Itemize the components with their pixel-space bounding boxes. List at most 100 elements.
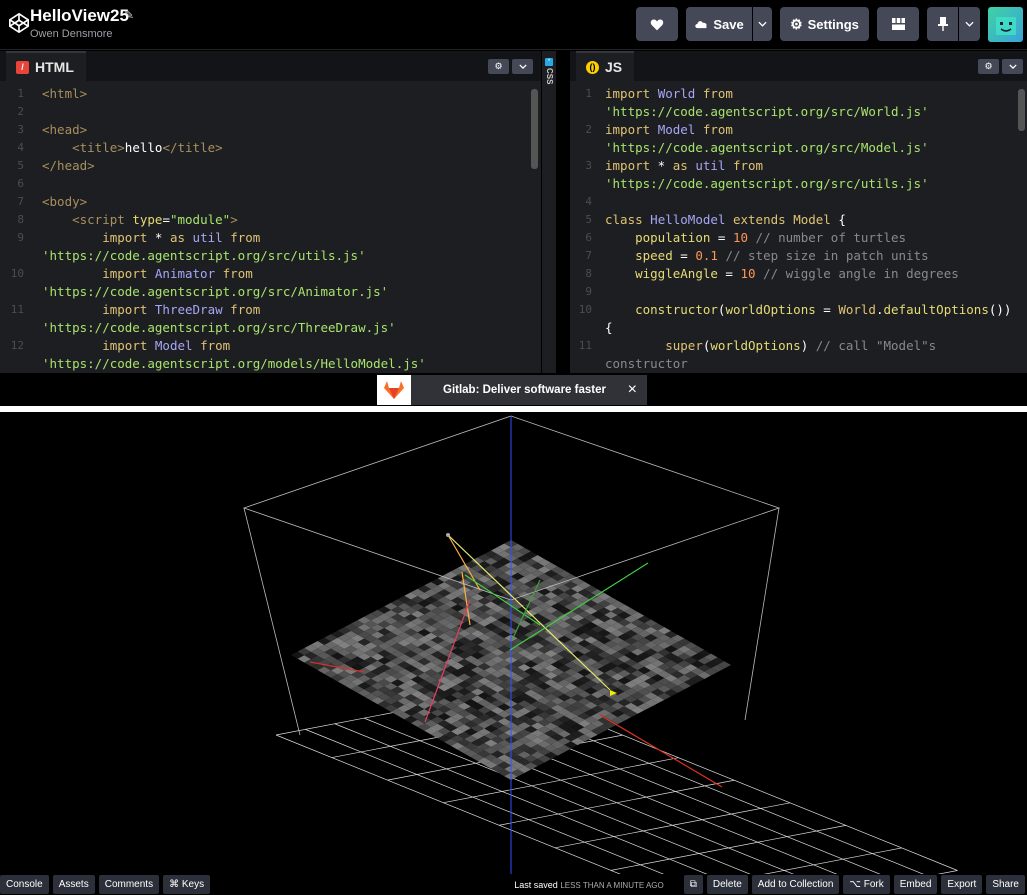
open-external-button[interactable]: ⧉	[683, 875, 703, 894]
code-line[interactable]: 3 <head>	[0, 121, 541, 139]
css-editor-collapsed[interactable]: * CSS	[541, 51, 557, 373]
save-button[interactable]: Save	[686, 7, 752, 41]
pen-title[interactable]: HelloView25	[30, 6, 129, 26]
code-text: constructor(worldOptions = World.default…	[605, 301, 1011, 319]
code-line[interactable]: 'https://code.agentscript.org/src/Model.…	[570, 139, 1027, 157]
code-line[interactable]: 12 import Model from	[0, 337, 541, 355]
code-token: // wiggle angle in degrees	[763, 266, 959, 281]
code-line[interactable]: 2	[0, 103, 541, 121]
code-line[interactable]: 10 constructor(worldOptions = World.defa…	[570, 301, 1027, 319]
code-line[interactable]: 8 <script type="module">	[0, 211, 541, 229]
save-options-button[interactable]	[753, 7, 772, 41]
code-line[interactable]: 1 <html>	[0, 85, 541, 103]
js-settings-button[interactable]: ⚙	[978, 59, 999, 74]
js-code-area[interactable]: 1 import World from'https://code.agentscr…	[570, 81, 1027, 373]
tab-js[interactable]: () JS	[576, 51, 635, 81]
heart-button[interactable]	[636, 7, 678, 41]
line-number: 2	[585, 123, 592, 136]
code-token: // step size in patch units	[725, 248, 929, 263]
pen-author[interactable]: Owen Densmore	[30, 28, 113, 40]
code-text: <title>hello</title>	[42, 139, 223, 157]
settings-label: Settings	[807, 16, 859, 32]
embed-button[interactable]: Embed	[893, 875, 938, 894]
code-token: <script	[72, 212, 133, 227]
editor-gutter[interactable]	[557, 51, 570, 373]
code-text: import Model from	[42, 337, 230, 355]
change-view-button[interactable]	[877, 7, 919, 41]
settings-button[interactable]: ⚙ Settings	[780, 7, 869, 41]
code-line[interactable]: 1 import World from	[570, 85, 1027, 103]
code-line[interactable]: 11 import ThreeDraw from	[0, 301, 541, 319]
code-line[interactable]: 9	[570, 283, 1027, 301]
ad-banner[interactable]: Gitlab: Deliver software faster ×	[377, 375, 647, 405]
code-token: class	[605, 212, 643, 227]
pencil-icon[interactable]: ✎	[124, 8, 134, 22]
delete-button[interactable]: Delete	[706, 875, 748, 894]
codepen-logo-icon[interactable]	[8, 12, 30, 34]
code-line[interactable]: 'https://code.agentscript.org/src/utils.…	[0, 247, 541, 265]
console-button[interactable]: Console	[0, 875, 49, 894]
code-token: as	[169, 230, 186, 245]
code-line[interactable]: 7 <body>	[0, 193, 541, 211]
code-line[interactable]: 3 import * as util from	[570, 157, 1027, 175]
keys-button[interactable]: ⌘ Keys	[163, 875, 211, 894]
preview-pane[interactable]	[0, 412, 1027, 874]
js-scrollbar[interactable]	[1018, 89, 1025, 131]
html-collapse-button[interactable]	[512, 59, 533, 74]
chevron-down-icon	[758, 21, 767, 27]
code-line[interactable]: 4 <title>hello</title>	[0, 139, 541, 157]
code-line[interactable]: constructor	[570, 355, 1027, 373]
line-number: 5	[585, 213, 592, 226]
code-token: *	[147, 230, 170, 245]
avatar[interactable]	[988, 7, 1023, 42]
code-line[interactable]: 10 import Animator from	[0, 265, 541, 283]
last-saved-value: LESS THAN A MINUTE AGO	[560, 880, 664, 890]
code-token: util	[695, 158, 726, 173]
close-ad-button[interactable]: ×	[628, 381, 637, 399]
code-line[interactable]: 5 </head>	[0, 157, 541, 175]
code-line[interactable]: 2 import Model from	[570, 121, 1027, 139]
add-to-collection-button[interactable]: Add to Collection	[751, 875, 840, 894]
code-line[interactable]: 6	[0, 175, 541, 193]
code-line[interactable]: 4	[570, 193, 1027, 211]
pin-button[interactable]	[927, 7, 958, 41]
save-label: Save	[713, 16, 744, 32]
code-line[interactable]: 7 speed = 0.1 // step size in patch unit…	[570, 247, 1027, 265]
js-collapse-button[interactable]	[1002, 59, 1023, 74]
code-line[interactable]: 'https://code.agentscript.org/src/ThreeD…	[0, 319, 541, 337]
code-line[interactable]: 11 super(worldOptions) // call "Model"s	[570, 337, 1027, 355]
code-line[interactable]: 6 population = 10 // number of turtles	[570, 229, 1027, 247]
code-line[interactable]: 8 wiggleAngle = 10 // wiggle angle in de…	[570, 265, 1027, 283]
code-line[interactable]: 'https://code.agentscript.org/models/Hel…	[0, 355, 541, 373]
threejs-scene[interactable]	[0, 412, 1027, 874]
pin-options-button[interactable]	[959, 7, 980, 41]
code-token: worldOptions	[725, 302, 816, 317]
code-text: {	[605, 319, 613, 337]
code-line[interactable]: 'https://code.agentscript.org/src/utils.…	[570, 175, 1027, 193]
share-button[interactable]: Share	[986, 875, 1025, 894]
js-editor[interactable]: () JS ⚙ 1 import World from'https://code.…	[570, 51, 1027, 373]
tab-html[interactable]: / HTML	[6, 51, 86, 81]
code-line[interactable]: 'https://code.agentscript.org/src/World.…	[570, 103, 1027, 121]
js-lang-icon: ()	[586, 60, 599, 74]
code-line[interactable]: 5 class HelloModel extends Model {	[570, 211, 1027, 229]
html-editor[interactable]: / HTML ⚙ 1 <html> 2 3 <head> 4 <title>hello</…	[0, 51, 541, 373]
cloud-icon	[695, 21, 707, 29]
fork-button[interactable]: ⌥ Fork	[843, 875, 890, 894]
code-token: Model	[793, 212, 831, 227]
code-line[interactable]: 9 import * as util from	[0, 229, 541, 247]
header-bar: HelloView25 ✎ Owen Densmore Save ⚙ Setti…	[0, 0, 1027, 50]
code-line[interactable]: 'https://code.agentscript.org/src/Animat…	[0, 283, 541, 301]
html-scrollbar[interactable]	[531, 89, 538, 169]
comments-button[interactable]: Comments	[98, 875, 160, 894]
code-line[interactable]: {	[570, 319, 1027, 337]
code-token: extends	[732, 212, 786, 227]
html-settings-button[interactable]: ⚙	[488, 59, 509, 74]
export-button[interactable]: Export	[941, 875, 983, 894]
html-code-area[interactable]: 1 <html> 2 3 <head> 4 <title>hello</title> 5 </…	[0, 81, 541, 373]
code-token: ())	[988, 302, 1012, 317]
assets-button[interactable]: Assets	[52, 875, 95, 894]
